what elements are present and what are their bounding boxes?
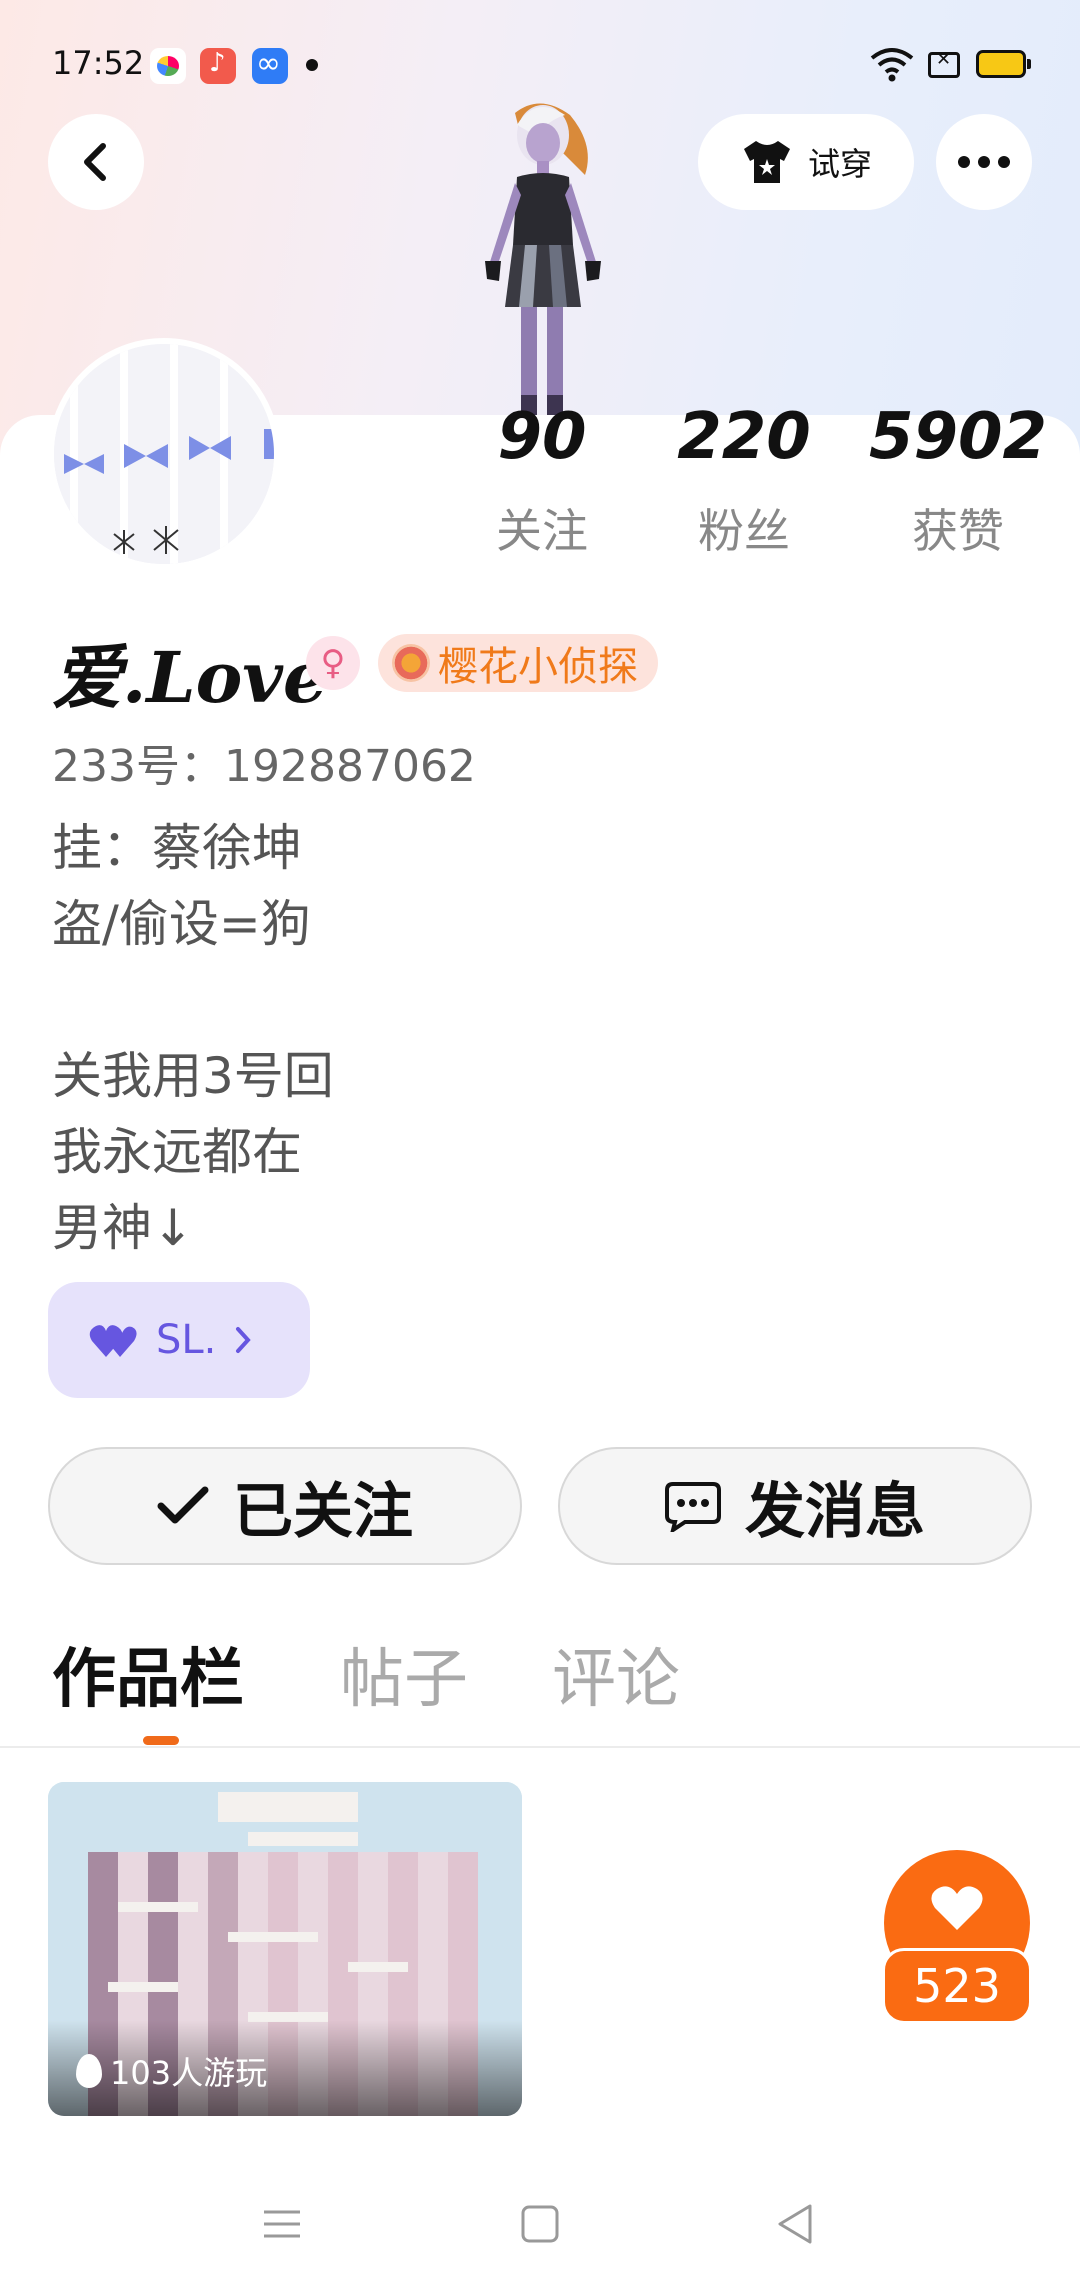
following-stat[interactable]: 90 关注	[442, 405, 642, 561]
followed-label: 已关注	[233, 1476, 413, 1547]
title-badge[interactable]: 樱花小侦探	[378, 634, 658, 692]
battery-icon	[976, 50, 1031, 78]
active-tab-indicator	[143, 1736, 179, 1745]
likes-stat[interactable]: 5902 获赞	[858, 405, 1058, 561]
checkmark-icon	[157, 1486, 209, 1524]
app-notification-icon	[150, 48, 186, 84]
send-message-button[interactable]: 发消息	[558, 1447, 1032, 1565]
title-badge-label: 樱花小侦探	[438, 644, 638, 690]
wifi-icon	[870, 48, 914, 82]
followed-button[interactable]: 已关注	[48, 1447, 522, 1565]
tab-posts[interactable]: 帖子	[340, 1628, 468, 1720]
followers-stat[interactable]: 220 粉丝	[644, 405, 844, 561]
music-app-icon	[200, 48, 236, 84]
followers-label: 粉丝	[698, 504, 790, 558]
followers-count: 220	[677, 400, 811, 474]
system-nav-bar	[0, 2160, 1080, 2280]
avatar-image	[54, 344, 274, 564]
infinity-app-icon	[252, 46, 288, 84]
likes-label: 获赞	[912, 504, 1004, 558]
try-on-label: 试穿	[807, 145, 872, 183]
no-sim-icon	[928, 49, 960, 78]
play-count-label: 103人游玩	[110, 2054, 268, 2092]
likes-count: 5902	[868, 400, 1048, 474]
profile-tabs: 作品栏 帖子 评论	[0, 1628, 1080, 1748]
dot-icon	[998, 156, 1010, 168]
chevron-right-icon	[236, 1327, 252, 1353]
dot-icon	[978, 156, 990, 168]
back-triangle-icon[interactable]	[766, 2194, 826, 2254]
following-label: 关注	[496, 504, 588, 558]
relationship-chip[interactable]: SL.	[48, 1282, 310, 1398]
work-card[interactable]: 103人游玩	[48, 1782, 522, 2116]
send-message-label: 发消息	[745, 1476, 925, 1547]
tab-comments[interactable]: 评论	[552, 1628, 680, 1720]
try-on-button[interactable]: 试穿	[698, 114, 914, 210]
bio-text: 挂：蔡徐坤 盗/偷设=狗 关我用3号回 我永远都在 男神↓	[52, 819, 334, 1257]
profile-avatar[interactable]	[48, 338, 280, 570]
dot-icon	[958, 156, 970, 168]
nickname: 爱.Love	[52, 636, 328, 719]
chevron-left-icon	[84, 143, 106, 181]
home-square-icon[interactable]	[510, 2194, 570, 2254]
female-gender-icon: ♀	[306, 636, 360, 690]
status-time: 17:52	[52, 44, 145, 82]
more-notifications-dot-icon	[306, 59, 318, 71]
tshirt-icon	[743, 141, 790, 183]
following-count: 90	[497, 400, 587, 474]
like-count: 523	[882, 1948, 1032, 2024]
menu-icon[interactable]	[252, 2194, 312, 2254]
avatar-3d-figure[interactable]	[455, 95, 625, 425]
heart-icon	[931, 1886, 983, 1930]
play-count: 103人游玩	[76, 2048, 267, 2094]
flower-badge-icon	[392, 644, 430, 682]
tab-works[interactable]: 作品栏	[52, 1628, 244, 1720]
chat-bubble-icon	[665, 1482, 721, 1532]
back-button[interactable]	[48, 114, 144, 210]
double-heart-icon	[89, 1325, 137, 1357]
more-options-button[interactable]	[936, 114, 1032, 210]
relationship-chip-label: SL.	[156, 1317, 217, 1363]
user-id[interactable]: 233号：192887062	[52, 730, 476, 794]
flame-icon	[76, 2054, 102, 2088]
